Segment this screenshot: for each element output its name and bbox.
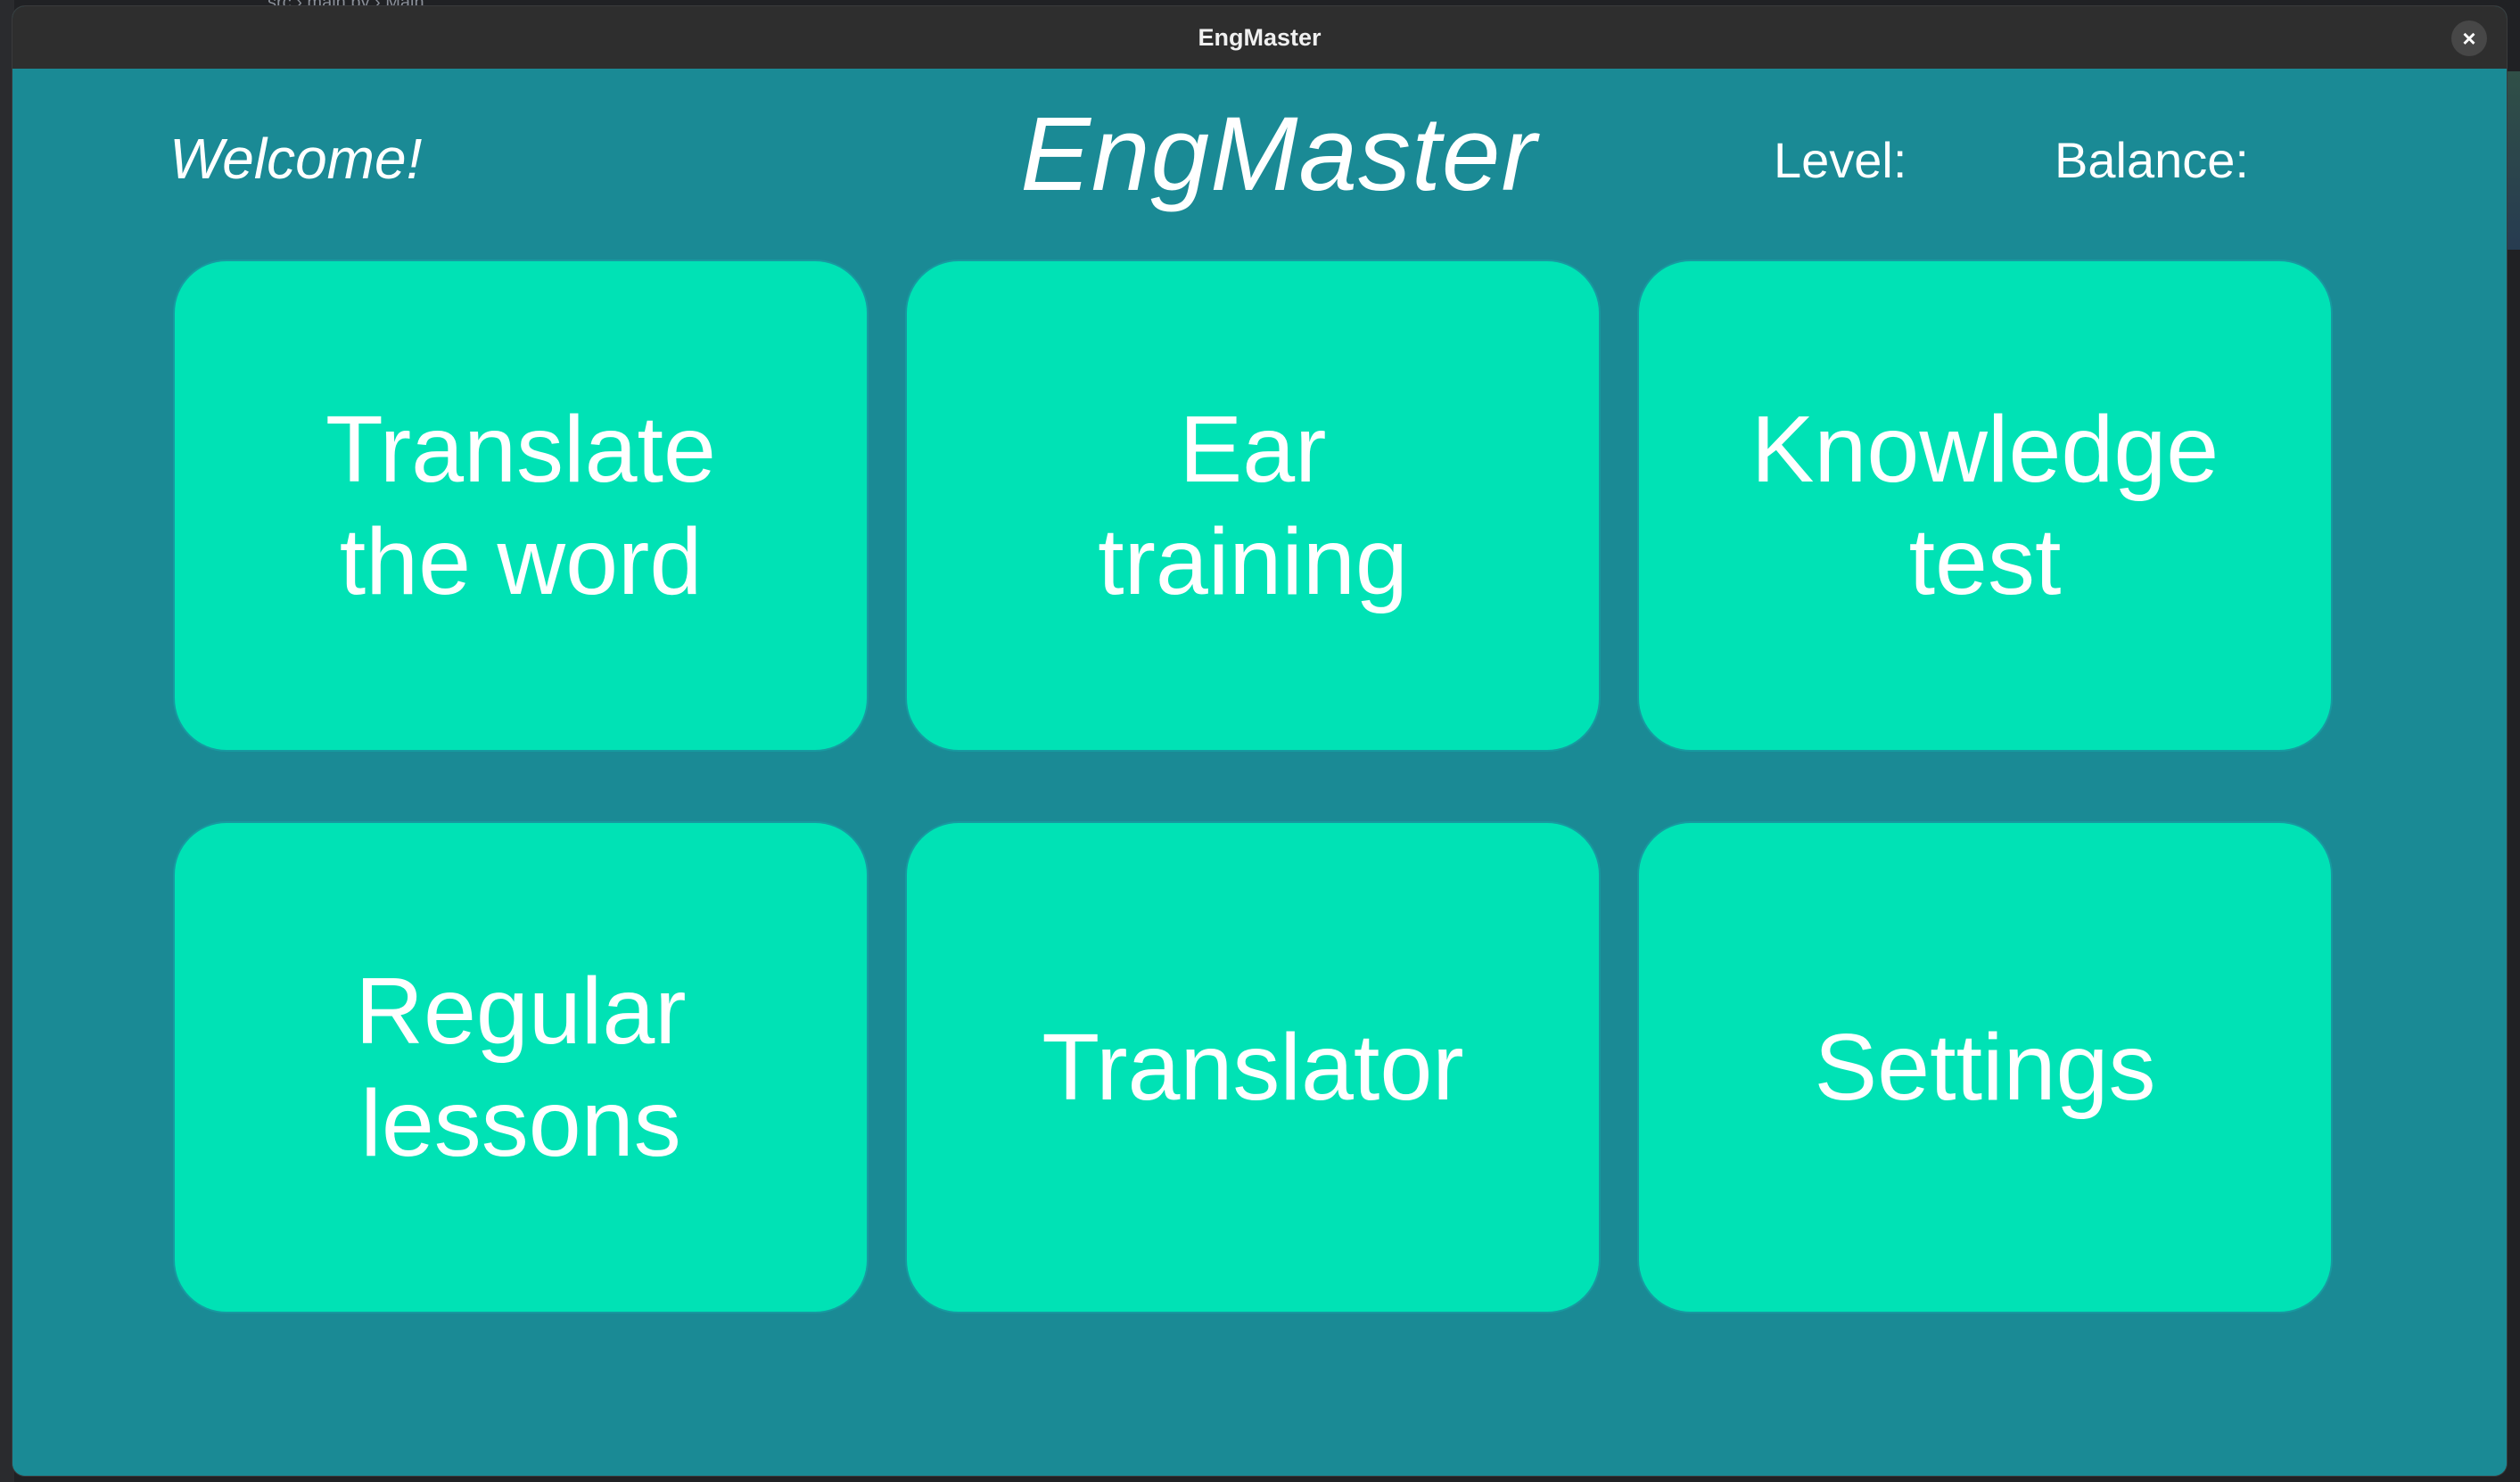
main-screen: Welcome! EngMaster Level: Balance: Trans… [12, 69, 2507, 1476]
title-bar[interactable]: EngMaster × [12, 6, 2507, 70]
settings-button[interactable]: Settings [1639, 823, 2331, 1312]
welcome-text: Welcome! [169, 127, 423, 191]
background-editor-minimap [2508, 71, 2520, 250]
window-title: EngMaster [1198, 24, 1322, 51]
level-label: Level: [1774, 132, 1907, 188]
close-button[interactable]: × [2451, 21, 2487, 56]
ear-training-button[interactable]: Ear training [907, 261, 1599, 750]
regular-lessons-button[interactable]: Regular lessons [175, 823, 867, 1312]
translate-word-button[interactable]: Translate the word [175, 261, 867, 750]
translator-button[interactable]: Translator [907, 823, 1599, 1312]
app-title: EngMaster [1020, 95, 1537, 213]
app-window: EngMaster × Welcome! EngMaster Level: Ba… [12, 6, 2507, 1476]
balance-label: Balance: [2055, 132, 2249, 188]
close-icon: × [2462, 25, 2476, 52]
knowledge-test-button[interactable]: Knowledge test [1639, 261, 2331, 750]
